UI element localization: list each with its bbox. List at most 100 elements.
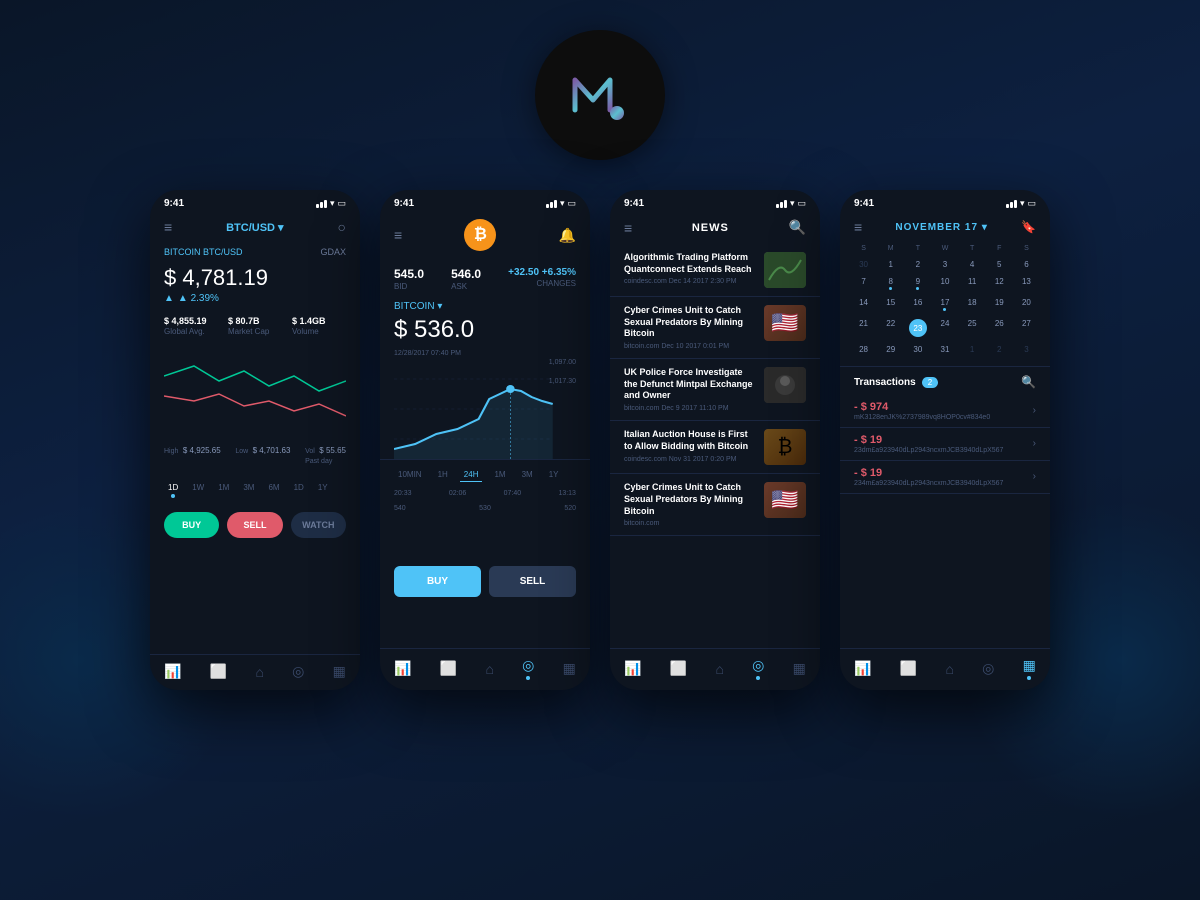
bookmark-icon[interactable]: 🔖 <box>1021 220 1036 234</box>
cal-day-30b[interactable]: 30 <box>904 341 931 358</box>
bell-icon[interactable]: 🔔 <box>559 227 576 244</box>
coin-name[interactable]: BITCOIN ▾ <box>394 301 442 312</box>
transaction-3[interactable]: - $ 19 234m£a923940dLp2943ncxmJCB3940dLp… <box>840 461 1050 494</box>
search-icon-3[interactable]: 🔍 <box>789 219 806 236</box>
sell-button-1[interactable]: SELL <box>227 512 282 538</box>
cal-day-12[interactable]: 12 <box>986 273 1013 294</box>
range-3m[interactable]: 3M <box>239 481 258 500</box>
cal-day-21[interactable]: 21 <box>850 315 877 341</box>
nav-calendar-3[interactable]: ▦ <box>793 660 806 677</box>
news-item-1[interactable]: Algorithmic Trading Platform Quantconnec… <box>610 244 820 297</box>
nav-home[interactable]: ⌂ <box>255 664 263 680</box>
cal-day-30[interactable]: 30 <box>850 256 877 273</box>
range-6m[interactable]: 6M <box>264 481 283 500</box>
tab-10min[interactable]: 10MIN <box>394 468 426 482</box>
menu-icon-3[interactable]: ≡ <box>624 220 632 236</box>
nav-tv-3[interactable]: ⬜ <box>670 660 687 677</box>
nav-tv[interactable]: ⬜ <box>210 663 227 680</box>
nav-tv-2[interactable]: ⬜ <box>440 660 457 677</box>
news-item-3[interactable]: UK Police Force Investigate the Defunct … <box>610 359 820 421</box>
cal-day-31[interactable]: 31 <box>931 341 958 358</box>
cal-day-2b[interactable]: 2 <box>986 341 1013 358</box>
tab-1y[interactable]: 1Y <box>545 468 563 482</box>
nav-home-4[interactable]: ⌂ <box>945 661 953 677</box>
cal-day-23-today[interactable]: 23 <box>904 315 931 341</box>
cal-day-6[interactable]: 6 <box>1013 256 1040 273</box>
cal-day-11[interactable]: 11 <box>959 273 986 294</box>
nav-globe[interactable]: ◎ <box>292 663 304 680</box>
range-1w[interactable]: 1W <box>188 481 208 500</box>
cal-day-1b[interactable]: 1 <box>959 341 986 358</box>
battery-icon-3: ▭ <box>797 198 806 209</box>
cal-day-10[interactable]: 10 <box>931 273 958 294</box>
tab-1h[interactable]: 1H <box>434 468 452 482</box>
cal-day-18[interactable]: 18 <box>959 294 986 315</box>
menu-icon-1[interactable]: ≡ <box>164 219 172 235</box>
month-title[interactable]: NOVEMBER 17 ▾ <box>895 222 987 233</box>
nav-globe-2[interactable]: ◎ <box>522 657 534 680</box>
news-item-4[interactable]: Italian Auction House is First to Allow … <box>610 421 820 474</box>
cal-day-17[interactable]: 17 <box>931 294 958 315</box>
news-item-5[interactable]: Cyber Crimes Unit to Catch Sexual Predat… <box>610 474 820 536</box>
nav-calendar-2[interactable]: ▦ <box>563 660 576 677</box>
cal-day-5[interactable]: 5 <box>986 256 1013 273</box>
nav-home-3[interactable]: ⌂ <box>715 661 723 677</box>
cal-day-16[interactable]: 16 <box>904 294 931 315</box>
status-time-3: 9:41 <box>624 198 644 209</box>
cal-day-27[interactable]: 27 <box>1013 315 1040 341</box>
cal-day-22[interactable]: 22 <box>877 315 904 341</box>
cal-day-13[interactable]: 13 <box>1013 273 1040 294</box>
cal-day-7[interactable]: 7 <box>850 273 877 294</box>
news-text-5: Cyber Crimes Unit to Catch Sexual Predat… <box>624 482 756 527</box>
buy-button-1[interactable]: BUY <box>164 512 219 538</box>
tab-3m[interactable]: 3M <box>518 468 537 482</box>
sell-button-2[interactable]: SELL <box>489 566 576 597</box>
high-low-row: High $ 4,925.65 Low $ 4,701.63 Vol $ 55.… <box>150 436 360 473</box>
range-1d2[interactable]: 1D <box>290 481 308 500</box>
trans-search-icon[interactable]: 🔍 <box>1021 375 1036 389</box>
nav-calendar[interactable]: ▦ <box>333 663 346 680</box>
profile-icon-1[interactable]: ○ <box>338 219 346 235</box>
menu-icon-4[interactable]: ≡ <box>854 219 862 235</box>
nav-home-2[interactable]: ⌂ <box>485 661 493 677</box>
tab-1m[interactable]: 1M <box>490 468 509 482</box>
cal-day-1[interactable]: 1 <box>877 256 904 273</box>
cal-day-28[interactable]: 28 <box>850 341 877 358</box>
time-tabs: 10MIN 1H 24H 1M 3M 1Y <box>380 459 590 486</box>
cal-day-3b[interactable]: 3 <box>1013 341 1040 358</box>
nav-tv-4[interactable]: ⬜ <box>900 660 917 677</box>
watch-button-1[interactable]: WATCH <box>291 512 346 538</box>
range-1y[interactable]: 1Y <box>314 481 332 500</box>
news-item-2[interactable]: Cyber Crimes Unit to Catch Sexual Predat… <box>610 297 820 359</box>
nav-globe-4[interactable]: ◎ <box>982 660 994 677</box>
nav-charts-4[interactable]: 📊 <box>854 660 871 677</box>
nav-charts-2[interactable]: 📊 <box>394 660 411 677</box>
cal-day-8[interactable]: 8 <box>877 273 904 294</box>
cal-day-19[interactable]: 19 <box>986 294 1013 315</box>
cal-day-25[interactable]: 25 <box>959 315 986 341</box>
cal-day-3[interactable]: 3 <box>931 256 958 273</box>
range-1m[interactable]: 1M <box>214 481 233 500</box>
cal-day-4[interactable]: 4 <box>959 256 986 273</box>
transaction-2[interactable]: - $ 19 23dm£a923940dLp2943ncxmJCB3940dLp… <box>840 428 1050 461</box>
chart-label-540: 540 <box>394 505 406 512</box>
cal-day-29[interactable]: 29 <box>877 341 904 358</box>
range-1d[interactable]: 1D <box>164 481 182 500</box>
pair-title[interactable]: BTC/USD ▾ <box>226 221 283 234</box>
cal-day-15[interactable]: 15 <box>877 294 904 315</box>
transaction-1[interactable]: - $ 974 mK3128enJK%2737989vq8HOP0cv#834e… <box>840 395 1050 428</box>
cal-day-24[interactable]: 24 <box>931 315 958 341</box>
nav-calendar-4[interactable]: ▦ <box>1023 657 1036 680</box>
cal-day-14[interactable]: 14 <box>850 294 877 315</box>
cal-day-20[interactable]: 20 <box>1013 294 1040 315</box>
nav-globe-3[interactable]: ◎ <box>752 657 764 680</box>
menu-icon-2[interactable]: ≡ <box>394 227 402 243</box>
cal-day-26[interactable]: 26 <box>986 315 1013 341</box>
buy-button-2[interactable]: BUY <box>394 566 481 597</box>
nav-charts[interactable]: 📊 <box>164 663 181 680</box>
tab-24h[interactable]: 24H <box>460 468 483 482</box>
cal-day-2[interactable]: 2 <box>904 256 931 273</box>
cal-day-9[interactable]: 9 <box>904 273 931 294</box>
news-source-2: bitcoin.com Dec 10 2017 0:01 PM <box>624 343 756 350</box>
nav-charts-3[interactable]: 📊 <box>624 660 641 677</box>
